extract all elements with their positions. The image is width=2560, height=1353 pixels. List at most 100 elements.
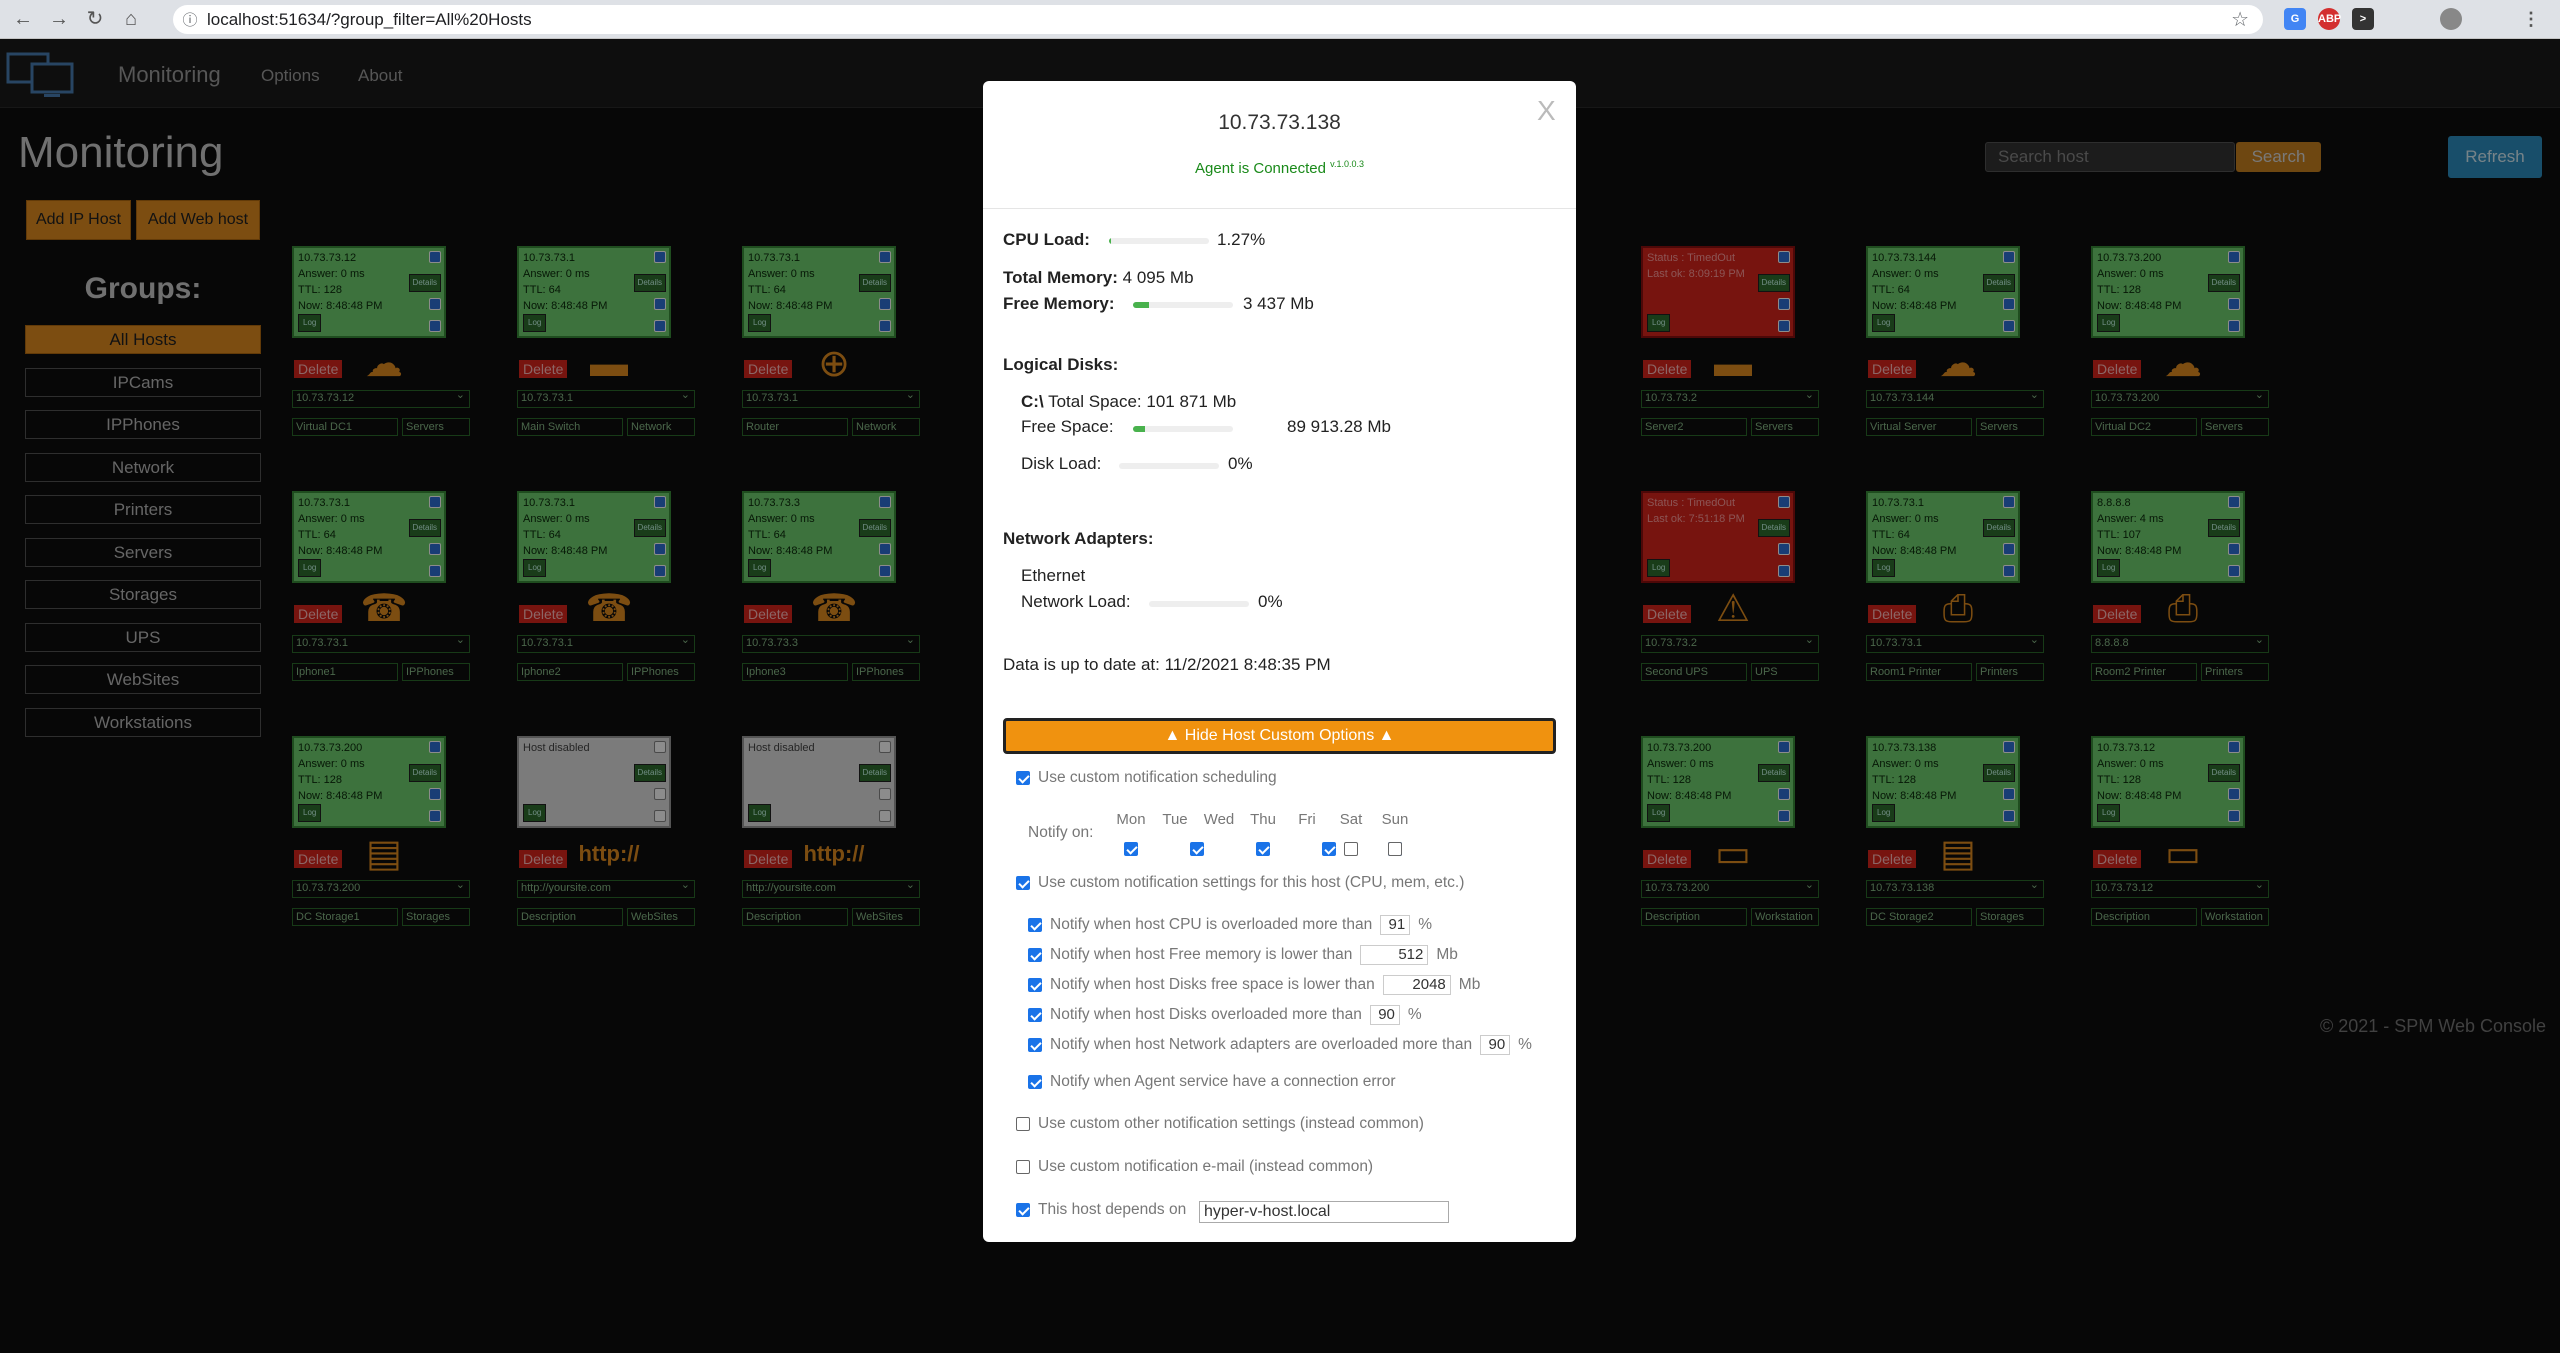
disk-load-threshold-unit: % <box>1407 1006 1422 1023</box>
memory-notify-option[interactable]: Notify when host Free memory is lower th… <box>1028 945 1458 965</box>
close-icon[interactable]: X <box>1537 95 1556 127</box>
info-icon[interactable]: ⓘ <box>173 9 207 30</box>
day-sat-checkbox[interactable] <box>1344 842 1358 856</box>
custom-scheduling-checkbox[interactable] <box>1016 771 1030 785</box>
address-bar[interactable]: ⓘ localhost:51634/?group_filter=All%20Ho… <box>173 5 2263 34</box>
custom-other-label: Use custom other notification settings (… <box>1038 1115 1424 1132</box>
day-thu-checkbox[interactable] <box>1322 842 1336 856</box>
extension-icon[interactable]: > <box>2352 8 2374 30</box>
avatar[interactable] <box>2440 8 2462 30</box>
cpu-notify-option[interactable]: Notify when host CPU is overloaded more … <box>1028 915 1432 935</box>
day-tue-label: Tue <box>1162 811 1188 828</box>
agent-notify-checkbox[interactable] <box>1028 1075 1042 1089</box>
day-fri-label: Fri <box>1298 811 1316 828</box>
agent-version: v.1.0.0.3 <box>1330 159 1364 169</box>
total-memory-label: Total Memory: <box>1003 268 1118 287</box>
disk-space-threshold-unit: Mb <box>1458 976 1481 993</box>
home-icon[interactable]: ⌂ <box>118 6 144 32</box>
day-tue-checkbox[interactable] <box>1190 842 1204 856</box>
day-thu-label: Thu <box>1250 811 1276 828</box>
disk-load-notify-option[interactable]: Notify when host Disks overloaded more t… <box>1028 1005 1422 1025</box>
cpu-load-label: CPU Load: <box>1003 230 1090 249</box>
network-notify-label: Notify when host Network adapters are ov… <box>1050 1036 1473 1053</box>
network-threshold-input[interactable]: 90 <box>1480 1035 1511 1055</box>
custom-settings-label: Use custom notification settings for thi… <box>1038 874 1465 891</box>
network-load-bar <box>1149 601 1249 607</box>
translate-icon[interactable]: G <box>2284 8 2306 30</box>
agent-notify-label: Notify when Agent service have a connect… <box>1050 1073 1396 1090</box>
day-sun-checkbox[interactable] <box>1388 842 1402 856</box>
day-wed-checkbox[interactable] <box>1256 842 1270 856</box>
custom-other-option[interactable]: Use custom other notification settings (… <box>1016 1115 1424 1133</box>
back-icon[interactable]: ← <box>10 6 36 32</box>
custom-email-option[interactable]: Use custom notification e-mail (instead … <box>1016 1158 1373 1176</box>
disk-load-bar <box>1119 463 1219 469</box>
forward-icon[interactable]: → <box>46 6 72 32</box>
day-wed-label: Wed <box>1203 811 1235 828</box>
cpu-threshold-unit: % <box>1418 916 1433 933</box>
custom-other-checkbox[interactable] <box>1016 1117 1030 1131</box>
cpu-load-value: 1.27% <box>1217 230 1266 249</box>
free-space-bar <box>1133 426 1233 432</box>
custom-settings-checkbox[interactable] <box>1016 876 1030 890</box>
custom-scheduling-option[interactable]: Use custom notification scheduling <box>1016 769 1277 787</box>
memory-notify-checkbox[interactable] <box>1028 948 1042 962</box>
adapter-name: Ethernet <box>1021 566 1086 585</box>
modal-header: 10.73.73.138 X Agent is Connected v.1.0.… <box>983 81 1576 209</box>
disk-load-notify-label: Notify when host Disks overloaded more t… <box>1050 1006 1362 1023</box>
cpu-notify-label: Notify when host CPU is overloaded more … <box>1050 916 1373 933</box>
data-updated-text: Data is up to date at: 11/2/2021 8:48:35… <box>1003 655 1331 674</box>
depends-on-option[interactable]: This host depends on <box>1016 1201 1186 1219</box>
custom-scheduling-label: Use custom notification scheduling <box>1038 769 1277 786</box>
network-load-value: 0% <box>1258 592 1283 611</box>
cpu-threshold-input[interactable]: 91 <box>1380 915 1411 935</box>
bookmark-star-icon[interactable]: ☆ <box>2231 7 2249 32</box>
depends-on-input[interactable]: hyper-v-host.local <box>1199 1201 1449 1223</box>
custom-email-checkbox[interactable] <box>1016 1160 1030 1174</box>
notify-on-label: Notify on: <box>1028 824 1094 841</box>
logical-disks-title: Logical Disks: <box>1003 355 1119 374</box>
free-space-fill <box>1133 426 1145 432</box>
day-mon-label: Mon <box>1116 811 1146 828</box>
total-memory-value: 4 095 Mb <box>1122 268 1194 287</box>
free-space-value: 89 913.28 Mb <box>1287 417 1391 436</box>
free-memory-label: Free Memory: <box>1003 294 1115 313</box>
custom-settings-option[interactable]: Use custom notification settings for thi… <box>1016 874 1464 892</box>
network-notify-option[interactable]: Notify when host Network adapters are ov… <box>1028 1035 1532 1055</box>
network-threshold-unit: % <box>1518 1036 1532 1053</box>
free-memory-bar <box>1133 302 1233 308</box>
agent-notify-option[interactable]: Notify when Agent service have a connect… <box>1028 1073 1396 1091</box>
menu-icon[interactable]: ⋮ <box>2520 8 2542 30</box>
agent-status: Agent is Connected v.1.0.0.3 <box>983 159 1576 177</box>
network-notify-checkbox[interactable] <box>1028 1038 1042 1052</box>
disk-space-notify-label: Notify when host Disks free space is low… <box>1050 976 1375 993</box>
depends-on-checkbox[interactable] <box>1016 1203 1030 1217</box>
free-memory-fill <box>1133 302 1149 308</box>
disk-load-value: 0% <box>1228 454 1253 473</box>
disk-load-threshold-input[interactable]: 90 <box>1369 1005 1400 1025</box>
browser-toolbar: ← → ↻ ⌂ ⓘ localhost:51634/?group_filter=… <box>0 0 2560 39</box>
reload-icon[interactable]: ↻ <box>82 6 108 32</box>
network-adapters-title: Network Adapters: <box>1003 529 1154 548</box>
cpu-load-fill <box>1109 238 1111 244</box>
cpu-notify-checkbox[interactable] <box>1028 918 1042 932</box>
adblock-icon[interactable]: ABP <box>2318 8 2341 30</box>
day-mon-checkbox[interactable] <box>1124 842 1138 856</box>
total-space-value: 101 871 Mb <box>1146 392 1237 411</box>
memory-threshold-unit: Mb <box>1436 946 1458 963</box>
disk-load-notify-checkbox[interactable] <box>1028 1008 1042 1022</box>
free-space-label: Free Space: <box>1021 417 1114 436</box>
cpu-load-bar <box>1109 238 1209 244</box>
agent-status-text: Agent is Connected <box>1195 160 1326 177</box>
hide-custom-options-button[interactable]: ▲ Hide Host Custom Options ▲ <box>1003 718 1556 754</box>
disk-load-label: Disk Load: <box>1021 454 1102 473</box>
memory-threshold-input[interactable]: 512 <box>1360 945 1429 965</box>
day-sun-label: Sun <box>1381 811 1409 828</box>
modal-host-ip: 10.73.73.138 <box>1218 111 1341 134</box>
day-sat-label: Sat <box>1339 811 1363 828</box>
disk-space-notify-checkbox[interactable] <box>1028 978 1042 992</box>
free-memory-value: 3 437 Mb <box>1243 294 1314 313</box>
url-text: localhost:51634/?group_filter=All%20Host… <box>207 9 532 29</box>
disk-space-threshold-input[interactable]: 2048 <box>1382 975 1451 995</box>
disk-space-notify-option[interactable]: Notify when host Disks free space is low… <box>1028 975 1480 995</box>
